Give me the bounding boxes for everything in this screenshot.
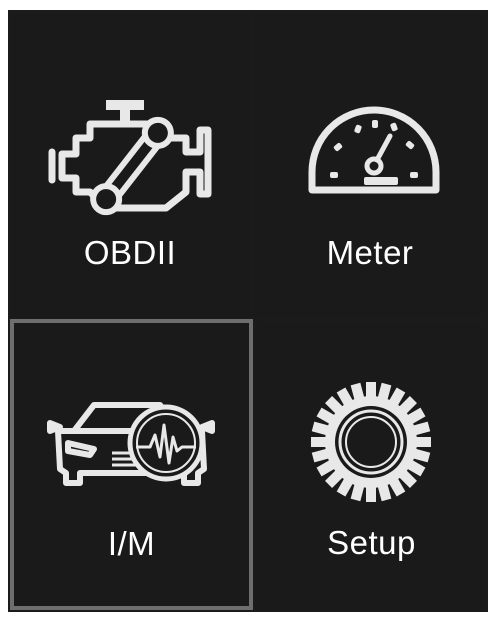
- car-diagnostic-icon: [47, 402, 215, 486]
- menu-tile-meter[interactable]: Meter: [254, 12, 486, 318]
- engine-icon: [48, 100, 212, 216]
- speedometer-icon: [308, 106, 440, 194]
- menu-tile-setup[interactable]: Setup: [257, 322, 486, 610]
- setup-label: Setup: [327, 524, 416, 561]
- menu-tile-obdii[interactable]: OBDII: [10, 12, 250, 318]
- menu-screen: OBDII Meter I/M Setup: [8, 10, 488, 612]
- gear-icon: [311, 382, 431, 502]
- menu-tile-im[interactable]: I/M: [10, 319, 253, 610]
- meter-label: Meter: [326, 234, 414, 271]
- im-label: I/M: [107, 525, 156, 562]
- obdii-label: OBDII: [83, 234, 177, 271]
